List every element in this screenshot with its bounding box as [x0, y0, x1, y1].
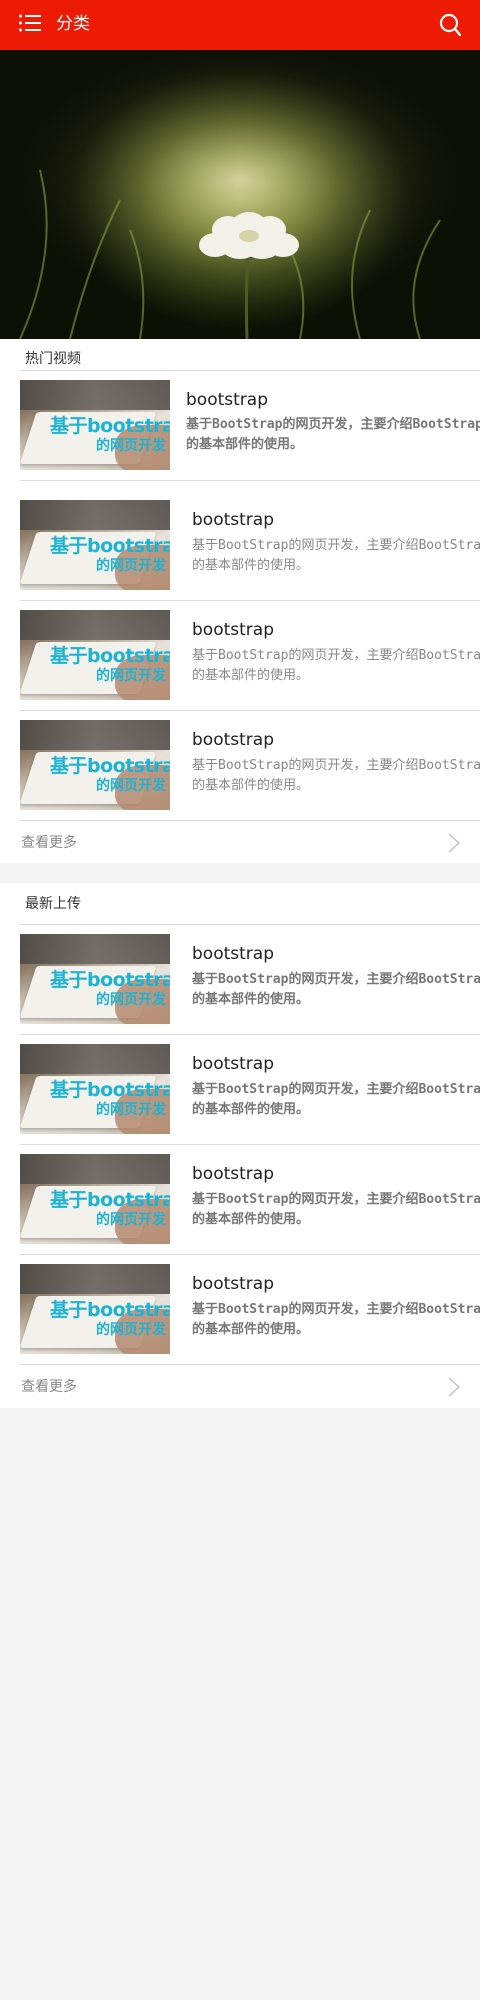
list-item[interactable]: 基于bootstrap的网页开发 bootstrap 基于BootStrap的网…	[0, 711, 480, 821]
top-bar: 分类	[0, 0, 480, 50]
video-thumbnail: 基于bootstrap的网页开发	[20, 380, 170, 470]
view-more-label: 查看更多	[21, 1379, 77, 1395]
item-description: 基于BootStrap的网页开发，主要介绍BootStrap的基本部件的使用。	[192, 538, 480, 573]
item-description: 基于BootStrap的网页开发，主要介绍BootStrap的基本部件的使用。	[192, 758, 480, 793]
hot-videos-section: 热门视频 基于bootstrap的网页开发 bootstrap 基于BootSt…	[0, 339, 480, 863]
item-description: 基于BootStrap的网页开发，主要介绍BootStrap的基本部件的使用。	[192, 972, 480, 1007]
item-description: 基于BootStrap的网页开发，主要介绍BootStrap的基本部件的使用。	[192, 1082, 480, 1117]
video-thumbnail: 基于bootstrap的网页开发	[20, 934, 170, 1024]
view-more-label: 查看更多	[21, 835, 77, 851]
list-item[interactable]: 基于bootstrap的网页开发 bootstrap 基于BootStrap的网…	[0, 601, 480, 711]
item-title: bootstrap	[192, 1164, 274, 1184]
divider	[20, 480, 480, 481]
item-title: bootstrap	[192, 620, 274, 640]
item-title: bootstrap	[192, 1054, 274, 1074]
list-item[interactable]: 基于bootstrap的网页开发 bootstrap 基于BootStrap的网…	[0, 1035, 480, 1145]
chevron-right-icon	[448, 1377, 460, 1397]
page-title: 分类	[56, 14, 90, 34]
video-thumbnail: 基于bootstrap的网页开发	[20, 720, 170, 810]
video-thumbnail: 基于bootstrap的网页开发	[20, 1154, 170, 1244]
item-description: 基于BootStrap的网页开发，主要介绍BootStrap的基本部件的使用。	[192, 1302, 480, 1337]
view-more-button[interactable]: 查看更多	[0, 1365, 480, 1410]
item-title: bootstrap	[186, 390, 268, 410]
search-icon[interactable]	[439, 13, 461, 37]
list-item[interactable]: 基于bootstrap的网页开发 bootstrap 基于BootStrap的网…	[0, 1255, 480, 1365]
list-item[interactable]: 基于bootstrap的网页开发 bootstrap 基于BootStrap的网…	[0, 1145, 480, 1255]
list-item[interactable]: 基于bootstrap的网页开发 bootstrap 基于BootStrap的网…	[0, 491, 480, 601]
video-thumbnail: 基于bootstrap的网页开发	[20, 1044, 170, 1134]
video-thumbnail: 基于bootstrap的网页开发	[20, 1264, 170, 1354]
latest-uploads-section: 最新上传 基于bootstrap的网页开发 bootstrap 基于BootSt…	[0, 883, 480, 1408]
item-title: bootstrap	[192, 1274, 274, 1294]
item-description: 基于BootStrap的网页开发，主要介绍BootStrap的基本部件的使用。	[186, 417, 480, 452]
section-title: 最新上传	[25, 896, 81, 912]
item-title: bootstrap	[192, 510, 274, 530]
hero-banner[interactable]	[0, 50, 480, 339]
section-title: 热门视频	[25, 351, 81, 367]
chevron-right-icon	[448, 833, 460, 853]
item-description: 基于BootStrap的网页开发，主要介绍BootStrap的基本部件的使用。	[192, 648, 480, 683]
item-title: bootstrap	[192, 730, 274, 750]
item-description: 基于BootStrap的网页开发，主要介绍BootStrap的基本部件的使用。	[192, 1192, 480, 1227]
item-title: bootstrap	[192, 944, 274, 964]
video-thumbnail: 基于bootstrap的网页开发	[20, 610, 170, 700]
video-thumbnail: 基于bootstrap的网页开发	[20, 500, 170, 590]
flower-image	[0, 50, 480, 339]
list-item[interactable]: 基于bootstrap的网页开发 bootstrap 基于BootStrap的网…	[0, 925, 480, 1035]
list-menu-icon[interactable]	[19, 14, 41, 32]
view-more-button[interactable]: 查看更多	[0, 821, 480, 866]
list-item[interactable]: 基于bootstrap的网页开发 bootstrap 基于BootStrap的网…	[0, 371, 480, 481]
